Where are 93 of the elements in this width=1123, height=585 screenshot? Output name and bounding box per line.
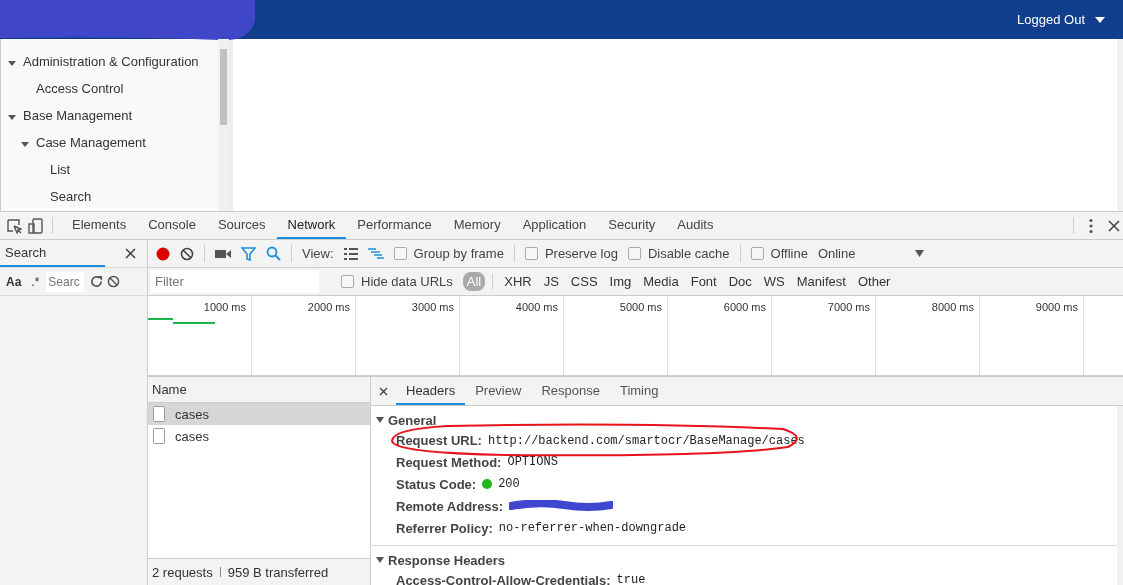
- request-row[interactable]: cases: [148, 425, 370, 447]
- header-value: no-referrer-when-downgrade: [498, 521, 687, 535]
- camera-icon[interactable]: [215, 248, 231, 259]
- section-header[interactable]: Response Headers: [371, 551, 506, 569]
- tree-item[interactable]: Access Control: [1, 75, 218, 102]
- type-filter-button[interactable]: CSS: [566, 272, 602, 291]
- time-tick: 1000 ms: [203, 301, 246, 313]
- request-count: 2 requests: [152, 564, 213, 580]
- scrollbar[interactable]: [218, 39, 229, 211]
- panel-tab[interactable]: Memory: [442, 212, 512, 239]
- panel-tab[interactable]: Application: [511, 212, 598, 239]
- caret-icon: [915, 250, 925, 257]
- type-filter-button[interactable]: Other: [853, 272, 895, 291]
- search-icon[interactable]: [266, 246, 281, 261]
- filter-field[interactable]: Filter: [151, 270, 319, 293]
- header-value: true: [616, 573, 646, 585]
- user-menu-button[interactable]: Logged Out: [1017, 12, 1105, 27]
- details-tab[interactable]: Timing: [609, 377, 669, 405]
- scrollbar[interactable]: [1117, 39, 1123, 211]
- type-filter-button[interactable]: Img: [605, 272, 636, 291]
- time-tick: 5000 ms: [619, 301, 662, 313]
- clear-icon[interactable]: [107, 275, 121, 288]
- details-tab[interactable]: Preview: [465, 377, 532, 405]
- header-name: Request Method:: [396, 454, 502, 470]
- header-name: Request URL:: [396, 432, 482, 448]
- checkbox[interactable]: Preserve log: [524, 246, 618, 261]
- panel-tab[interactable]: Performance: [346, 212, 443, 239]
- throttle-dropdown[interactable]: Online: [817, 246, 925, 261]
- expand-arrow-icon: [376, 557, 384, 563]
- type-filter-button[interactable]: JS: [539, 272, 563, 291]
- refresh-icon[interactable]: [90, 275, 104, 288]
- tree-item[interactable]: Administration & Configuration: [1, 48, 218, 75]
- time-tick: 3000 ms: [411, 301, 454, 313]
- close-icon[interactable]: [1108, 219, 1120, 232]
- time-tick: 8000 ms: [931, 301, 974, 313]
- panel-tab[interactable]: Console: [137, 212, 207, 239]
- tree-item[interactable]: Case Management: [1, 129, 218, 156]
- tree-item[interactable]: Base Management: [1, 102, 218, 129]
- column-header[interactable]: Name: [148, 377, 370, 403]
- device-icon[interactable]: [28, 217, 44, 234]
- document-icon: [153, 406, 165, 422]
- tree-item[interactable]: Search: [1, 183, 218, 210]
- type-filter-button[interactable]: Doc: [724, 272, 756, 291]
- scrollbar[interactable]: [1117, 406, 1123, 585]
- filter-icon[interactable]: [241, 246, 256, 261]
- header-value: 200: [498, 477, 520, 491]
- time-tick: 7000 ms: [827, 301, 870, 313]
- regex-button[interactable]: .*: [28, 274, 43, 289]
- checkbox[interactable]: Offline: [750, 246, 808, 261]
- expand-arrow-icon: [376, 417, 384, 423]
- search-field[interactable]: Search: [0, 240, 105, 267]
- checkbox[interactable]: Disable cache: [627, 246, 730, 261]
- type-filter-button[interactable]: WS: [759, 272, 789, 291]
- close-icon[interactable]: [379, 386, 388, 396]
- document-icon: [153, 428, 165, 444]
- panel-tab[interactable]: Elements: [61, 212, 138, 239]
- expand-arrow-icon[interactable]: [8, 114, 16, 120]
- header-value: OPTIONS: [507, 455, 558, 469]
- header-name: Status Code:: [396, 476, 477, 492]
- details-tab[interactable]: Response: [531, 377, 610, 405]
- close-icon[interactable]: [125, 248, 136, 259]
- time-tick: 6000 ms: [723, 301, 766, 313]
- header-name: Referrer Policy:: [396, 520, 493, 536]
- section-header[interactable]: General: [371, 411, 437, 429]
- match-case-button[interactable]: Aa: [3, 274, 25, 289]
- more-icon[interactable]: [1088, 217, 1094, 234]
- record-icon[interactable]: [156, 246, 170, 261]
- type-filter-button[interactable]: Font: [686, 272, 721, 291]
- type-filter-button[interactable]: XHR: [500, 272, 536, 291]
- header-name: Access-Control-Allow-Credentials:: [396, 572, 611, 585]
- caret-icon: [1095, 16, 1105, 23]
- tree-item[interactable]: List: [1, 156, 218, 183]
- waterfall-drawing: [148, 318, 216, 324]
- type-filter-button[interactable]: Manifest: [792, 272, 850, 291]
- clear-icon[interactable]: [180, 246, 194, 261]
- time-tick: 9000 ms: [1035, 301, 1078, 313]
- inspect-icon[interactable]: [6, 217, 22, 234]
- checkbox[interactable]: Group by frame: [393, 246, 504, 261]
- view-label: View:: [302, 246, 334, 261]
- panel-tab[interactable]: Sources: [206, 212, 277, 239]
- time-tick: 4000 ms: [515, 301, 558, 313]
- panel-tab[interactable]: Security: [597, 212, 667, 239]
- query-field[interactable]: Searc: [46, 271, 85, 292]
- header-name: Remote Address:: [396, 498, 504, 514]
- expand-arrow-icon[interactable]: [21, 141, 29, 147]
- expand-arrow-icon[interactable]: [8, 60, 16, 66]
- panel-tab[interactable]: Audits: [666, 212, 725, 239]
- list-view-icon[interactable]: [343, 247, 358, 260]
- request-row[interactable]: cases: [148, 403, 370, 425]
- checkbox[interactable]: Hide data URLs: [341, 274, 453, 289]
- time-tick: 2000 ms: [307, 301, 350, 313]
- transferred-size: 959 B transferred: [227, 564, 329, 580]
- type-filter-button[interactable]: Media: [639, 272, 683, 291]
